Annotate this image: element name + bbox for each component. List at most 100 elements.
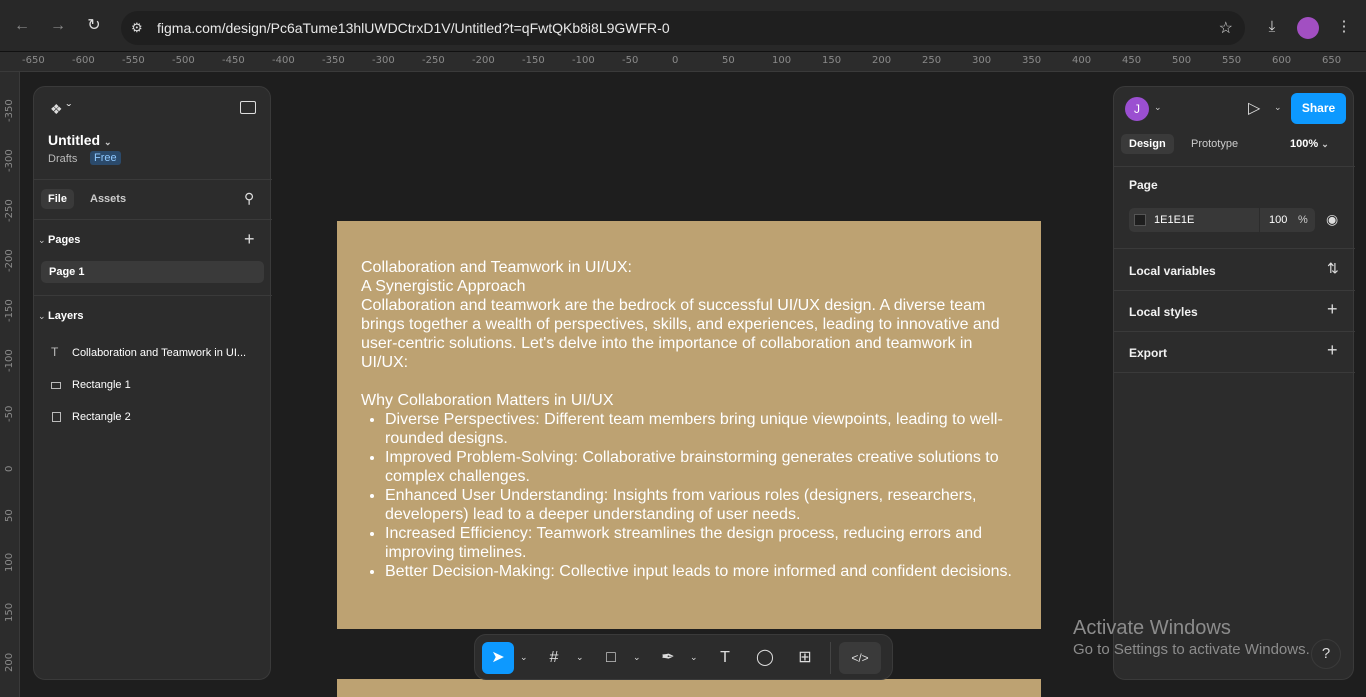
layer-name: Rectangle 1 xyxy=(72,379,131,391)
variables-adjust-icon[interactable]: ⇅ xyxy=(1327,260,1339,277)
page-color-field[interactable]: 1E1E1E 100 % xyxy=(1129,208,1315,232)
export[interactable]: Export xyxy=(1129,346,1167,360)
browser-profile-avatar[interactable] xyxy=(1297,17,1319,39)
ruler-tick-label: 150 xyxy=(822,55,842,66)
tab-prototype[interactable]: Prototype xyxy=(1191,138,1238,150)
ruler-tick-label: 50 xyxy=(4,509,15,522)
user-avatar[interactable]: J xyxy=(1125,97,1149,121)
present-play-icon[interactable]: ▷ xyxy=(1248,98,1260,118)
color-hex[interactable]: 1E1E1E xyxy=(1154,214,1194,226)
frame-tool-icon[interactable]: # xyxy=(538,642,570,674)
ruler-tick-label: -450 xyxy=(222,55,245,66)
local-variables[interactable]: Local variables xyxy=(1129,264,1216,278)
list-item: Better Decision-Making: Collective input… xyxy=(385,562,1021,581)
list-item: Improved Problem-Solving: Collaborative … xyxy=(385,448,1021,486)
percent-sign: % xyxy=(1298,214,1308,226)
tab-assets[interactable]: Assets xyxy=(90,193,126,205)
tab-file[interactable]: File xyxy=(41,189,74,209)
chevron-down-icon[interactable]: ⌄ xyxy=(38,311,46,322)
add-style-icon[interactable]: + xyxy=(1327,299,1338,320)
ruler-tick-label: -150 xyxy=(4,299,15,322)
ruler-tick-label: -250 xyxy=(422,55,445,66)
ruler-tick-label: -250 xyxy=(4,199,15,222)
text-tool-icon[interactable]: T xyxy=(709,642,741,674)
comment-tool-icon[interactable]: ◯ xyxy=(749,642,781,674)
ruler-tick-label: -100 xyxy=(4,349,15,372)
bookmark-star-icon[interactable]: ☆ xyxy=(1219,18,1233,38)
ruler-tick-label: 100 xyxy=(772,55,792,66)
chevron-down-icon[interactable]: ⌄ xyxy=(633,652,641,663)
ruler-tick-label: -600 xyxy=(72,55,95,66)
add-page-icon[interactable]: + xyxy=(244,229,255,250)
search-icon[interactable]: ⚲ xyxy=(244,190,254,207)
page-item[interactable]: Page 1 xyxy=(41,261,264,283)
list-item: Diverse Perspectives: Different team mem… xyxy=(385,410,1021,448)
address-bar[interactable]: ⚙ figma.com/design/Pc6aTume13hlUWDCtrxD1… xyxy=(121,11,1245,45)
intro-paragraph: Collaboration and teamwork are the bedro… xyxy=(361,297,1000,371)
move-tool-icon[interactable]: ➤ xyxy=(482,642,514,674)
arrow-left-icon[interactable]: ← xyxy=(12,16,32,36)
ruler-tick-label: -100 xyxy=(572,55,595,66)
right-sidebar: J ⌄ ▷ ⌄ Share Design Prototype 100% ⌄ Pa… xyxy=(1113,86,1355,680)
share-button[interactable]: Share xyxy=(1291,93,1346,124)
ruler-tick-label: -300 xyxy=(4,149,15,172)
rectangle-icon xyxy=(51,382,61,389)
help-button[interactable]: ? xyxy=(1311,639,1341,669)
figma-menu-icon[interactable]: ❖ ˇ xyxy=(50,101,71,118)
file-title[interactable]: Untitled ⌄ xyxy=(48,132,112,148)
artboard-rectangle-2[interactable] xyxy=(337,679,1041,697)
bullet-list: Diverse Perspectives: Different team mem… xyxy=(361,410,1021,581)
dev-mode-icon[interactable]: </> xyxy=(839,642,881,674)
list-item: Increased Efficiency: Teamwork streamlin… xyxy=(385,524,1021,562)
ruler-tick-label: -50 xyxy=(4,405,15,422)
ruler-tick-label: 50 xyxy=(722,55,735,66)
ruler-tick-label: 600 xyxy=(1272,55,1292,66)
ruler-tick-label: -400 xyxy=(272,55,295,66)
collaboration-text-layer[interactable]: Collaboration and Teamwork in UI/UX: A S… xyxy=(361,258,1021,581)
chevron-down-icon[interactable]: ⌄ xyxy=(38,235,46,246)
color-swatch[interactable] xyxy=(1134,214,1146,226)
ruler-tick-label: 300 xyxy=(972,55,992,66)
chevron-down-icon[interactable]: ⌄ xyxy=(576,652,584,663)
activation-watermark-text: Go to Settings to activate Windows. xyxy=(1073,641,1310,658)
more-menu-icon[interactable]: ⋮ xyxy=(1333,16,1355,38)
site-settings-icon[interactable]: ⚙ xyxy=(131,20,143,36)
actions-tool-icon[interactable]: ⊞ xyxy=(789,642,821,674)
ruler-tick-label: 550 xyxy=(1222,55,1242,66)
ruler-tick-label: 500 xyxy=(1172,55,1192,66)
local-styles[interactable]: Local styles xyxy=(1129,305,1198,319)
rectangle-tool-icon[interactable]: □ xyxy=(595,642,627,674)
ruler-tick-label: 0 xyxy=(672,55,679,66)
ruler-tick-label: 650 xyxy=(1322,55,1342,66)
ruler-tick-label: -650 xyxy=(22,55,45,66)
zoom-level[interactable]: 100% ⌄ xyxy=(1290,138,1329,150)
eye-icon[interactable]: ◉ xyxy=(1326,211,1338,228)
arrow-right-icon[interactable]: → xyxy=(48,16,68,36)
drafts-label[interactable]: Drafts xyxy=(48,153,77,165)
pen-tool-icon[interactable]: ✒ xyxy=(652,642,684,674)
ruler-tick-label: -350 xyxy=(322,55,345,66)
reload-icon[interactable]: ↻ xyxy=(84,16,104,36)
tab-design[interactable]: Design xyxy=(1121,134,1174,154)
opacity-value[interactable]: 100 xyxy=(1269,214,1287,226)
chevron-down-icon[interactable]: ⌄ xyxy=(690,652,698,663)
layer-row[interactable]: Rectangle 1 xyxy=(34,375,270,397)
chevron-down-icon[interactable]: ⌄ xyxy=(1274,102,1282,113)
ruler-tick-label: 450 xyxy=(1122,55,1142,66)
ruler-tick-label: 200 xyxy=(872,55,892,66)
chevron-down-icon[interactable]: ⌄ xyxy=(520,652,528,663)
layer-row[interactable]: T Collaboration and Teamwork in UI... xyxy=(34,343,270,365)
ruler-tick-label: -150 xyxy=(522,55,545,66)
ruler-tick-label: 200 xyxy=(4,652,15,672)
layer-row[interactable]: Rectangle 2 xyxy=(34,407,270,429)
toggle-sidebar-icon[interactable] xyxy=(240,101,256,114)
add-export-icon[interactable]: + xyxy=(1327,340,1338,361)
artboard-rectangle-1[interactable]: Collaboration and Teamwork in UI/UX: A S… xyxy=(337,221,1041,629)
text-icon: T xyxy=(51,345,59,359)
ruler-tick-label: -550 xyxy=(122,55,145,66)
vertical-ruler: -350 -300 -250 -200 -150 -100 -50 0 50 100 150 200 xyxy=(0,72,20,697)
download-icon[interactable]: ⤓ xyxy=(1261,16,1283,38)
bottom-toolbar: ➤ ⌄ # ⌄ □ ⌄ ✒ ⌄ T ◯ ⊞ </> xyxy=(474,634,893,680)
chevron-down-icon[interactable]: ⌄ xyxy=(1154,102,1162,113)
ruler-tick-label: -350 xyxy=(4,99,15,122)
